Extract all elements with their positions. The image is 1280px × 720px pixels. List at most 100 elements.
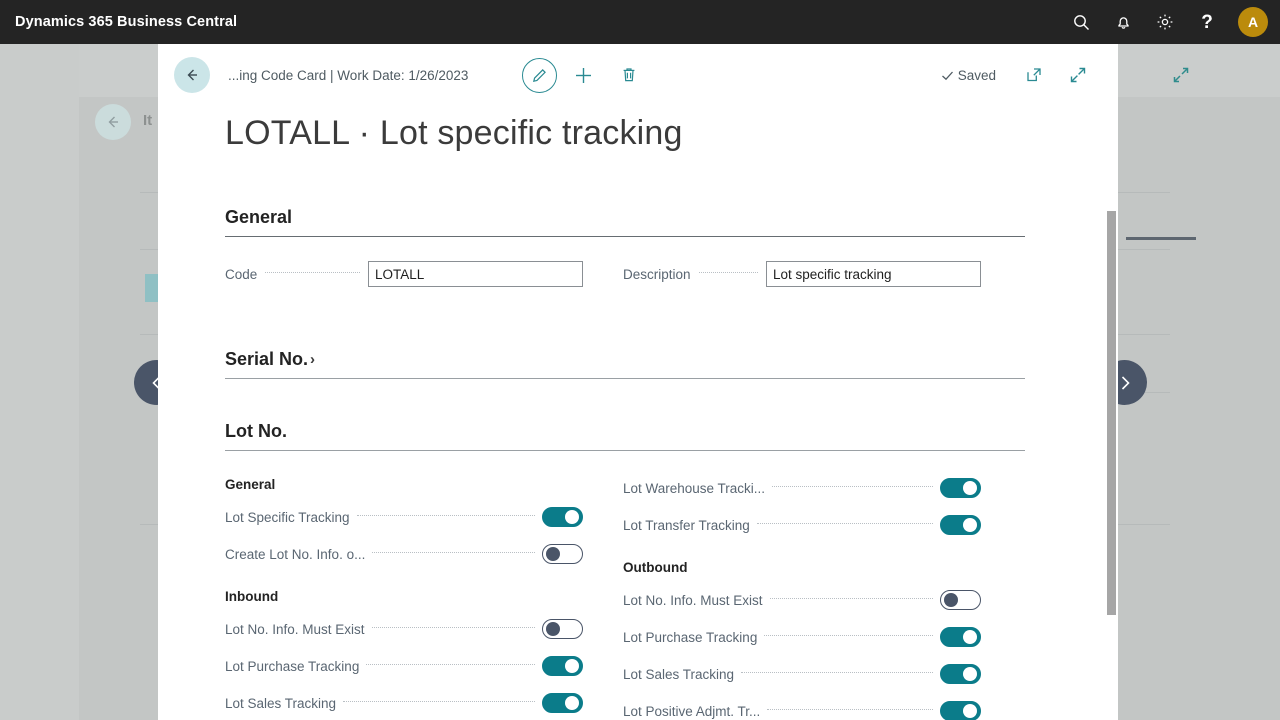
toggle-row-inbound-lot-no-info-must-exist: Lot No. Info. Must Exist	[225, 618, 583, 640]
code-input[interactable]	[368, 261, 583, 287]
toggle-label: Lot No. Info. Must Exist	[623, 592, 763, 608]
toggle-label: Lot No. Info. Must Exist	[225, 621, 365, 637]
background-left-rail	[0, 44, 79, 720]
search-icon[interactable]	[1060, 0, 1102, 44]
app-top-bar: Dynamics 365 Business Central ? A	[0, 0, 1280, 44]
subgroup-heading-outbound: Outbound	[623, 560, 688, 575]
app-title: Dynamics 365 Business Central	[15, 14, 238, 30]
vertical-scrollbar[interactable]	[1104, 162, 1118, 720]
avatar[interactable]: A	[1238, 7, 1268, 37]
section-header-lot-no-label: Lot No.	[225, 421, 287, 441]
background-accent-rule	[1126, 237, 1196, 240]
bell-icon[interactable]	[1102, 0, 1144, 44]
subgroup-heading-general: General	[225, 477, 276, 492]
back-button[interactable]	[174, 57, 210, 93]
toggle-label: Lot Sales Tracking	[623, 666, 735, 682]
description-input[interactable]	[766, 261, 981, 287]
status-badge: Saved	[940, 68, 996, 83]
toggle-inbound-lot-sales-tracking[interactable]	[542, 693, 583, 713]
section-header-serial-no-label: Serial No.	[225, 349, 309, 369]
dotted-leader	[698, 271, 758, 273]
toggle-row-inbound-lot-sales-tracking: Lot Sales Tracking	[225, 692, 583, 714]
modal-scroll-body: General Code Description Serial No. ›	[158, 162, 1118, 720]
toggle-row-inbound-lot-purchase-tracking: Lot Purchase Tracking	[225, 655, 583, 677]
background-expand-icon	[1172, 66, 1190, 89]
dotted-leader	[366, 663, 535, 665]
toggle-label: Lot Transfer Tracking	[623, 517, 750, 533]
scrollbar-thumb[interactable]	[1107, 211, 1116, 615]
toggle-inbound-lot-no-info-must-exist[interactable]	[542, 619, 583, 639]
background-back-button	[95, 104, 131, 140]
toggle-lot-specific-tracking[interactable]	[542, 507, 583, 527]
section-header-lot-no[interactable]: Lot No.	[225, 421, 1025, 451]
toggle-label: Lot Warehouse Tracki...	[623, 480, 766, 496]
field-code: Code	[225, 261, 583, 287]
edit-pencil-button[interactable]	[522, 57, 558, 93]
new-button[interactable]	[563, 56, 603, 94]
toggle-row-lot-warehouse-tracking: Lot Warehouse Tracki...	[623, 477, 981, 499]
delete-button[interactable]	[609, 56, 649, 94]
dotted-leader	[769, 597, 933, 599]
lot-no-columns: General Lot Specific Tracking Create Lot…	[225, 477, 981, 720]
toggle-outbound-lot-purchase-tracking[interactable]	[940, 627, 981, 647]
section-header-general[interactable]: General	[225, 207, 1025, 237]
toggle-row-outbound-lot-positive-adjmt: Lot Positive Adjmt. Tr...	[623, 700, 981, 720]
toggle-lot-warehouse-tracking[interactable]	[940, 478, 981, 498]
breadcrumb: ...ing Code Card | Work Date: 1/26/2023	[228, 67, 469, 83]
toggle-label: Lot Specific Tracking	[225, 509, 350, 525]
dotted-leader	[741, 671, 933, 673]
field-description: Description	[623, 261, 981, 287]
toggle-row-outbound-lot-sales-tracking: Lot Sales Tracking	[623, 663, 981, 685]
dotted-leader	[764, 634, 933, 636]
toggle-label: Create Lot No. Info. o...	[225, 546, 366, 562]
dotted-leader	[756, 522, 933, 524]
toggle-label: Lot Sales Tracking	[225, 695, 337, 711]
toggle-inbound-lot-purchase-tracking[interactable]	[542, 656, 583, 676]
section-header-serial-no[interactable]: Serial No. ›	[225, 349, 1025, 379]
toggle-outbound-lot-sales-tracking[interactable]	[940, 664, 981, 684]
expand-button[interactable]	[1058, 56, 1098, 94]
dotted-leader	[356, 514, 535, 516]
status-text: Saved	[957, 67, 996, 83]
toggle-label: Lot Purchase Tracking	[623, 629, 758, 645]
dotted-leader	[372, 551, 535, 553]
toggle-label: Lot Positive Adjmt. Tr...	[623, 703, 761, 719]
toggle-lot-transfer-tracking[interactable]	[940, 515, 981, 535]
field-description-label: Description	[623, 266, 691, 282]
lot-no-left-column: General Lot Specific Tracking Create Lot…	[225, 477, 583, 720]
toggle-create-lot-no-info[interactable]	[542, 544, 583, 564]
toggle-row-outbound-lot-no-info-must-exist: Lot No. Info. Must Exist	[623, 589, 981, 611]
dotted-leader	[772, 485, 933, 487]
section-header-general-label: General	[225, 207, 293, 227]
toggle-outbound-lot-positive-adjmt[interactable]	[940, 701, 981, 720]
dotted-leader	[371, 626, 535, 628]
page-title: LOTALL · Lot specific tracking	[225, 114, 683, 152]
chevron-right-icon: ›	[310, 351, 316, 368]
help-icon[interactable]: ?	[1186, 0, 1228, 44]
form-content: General Code Description Serial No. ›	[158, 162, 1048, 720]
field-code-label: Code	[225, 266, 258, 282]
toolbar-actions	[522, 56, 649, 94]
background-page-title: It	[143, 112, 153, 129]
tracking-code-card-modal: ...ing Code Card | Work Date: 1/26/2023	[158, 44, 1118, 720]
toggle-row-outbound-lot-purchase-tracking: Lot Purchase Tracking	[623, 626, 981, 648]
subgroup-heading-inbound: Inbound	[225, 589, 279, 604]
gear-icon[interactable]	[1144, 0, 1186, 44]
toggle-row-lot-specific-tracking: Lot Specific Tracking	[225, 506, 583, 528]
dotted-leader	[343, 700, 535, 702]
lot-no-right-column: Lot Warehouse Tracki... Lot Transfer Tra…	[623, 477, 981, 720]
toggle-row-create-lot-no-info: Create Lot No. Info. o...	[225, 543, 583, 565]
toolbar-right-actions: Saved	[940, 56, 1118, 94]
app-bar-actions: ? A	[1060, 0, 1280, 44]
toggle-outbound-lot-no-info-must-exist[interactable]	[940, 590, 981, 610]
open-in-new-window-button[interactable]	[1014, 56, 1054, 94]
modal-toolbar: ...ing Code Card | Work Date: 1/26/2023	[158, 44, 1118, 106]
dotted-leader	[265, 271, 360, 273]
toggle-label: Lot Purchase Tracking	[225, 658, 360, 674]
toggle-row-lot-transfer-tracking: Lot Transfer Tracking	[623, 514, 981, 536]
help-glyph: ?	[1201, 11, 1213, 33]
general-field-row: Code Description	[225, 261, 981, 287]
dotted-leader	[767, 708, 933, 710]
